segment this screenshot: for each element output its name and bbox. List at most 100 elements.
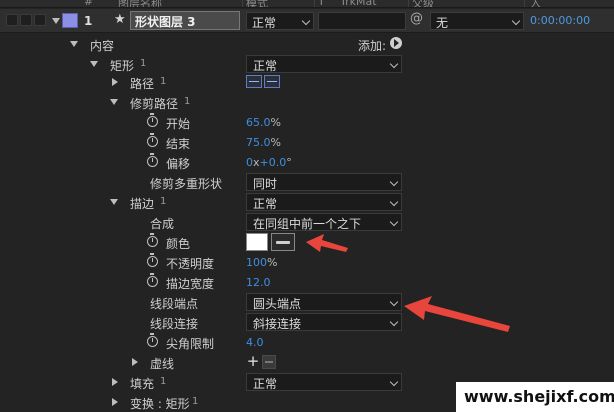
expand-path-icon[interactable] [112,78,118,86]
row-trim-paths: 修剪路径 1 [0,92,614,112]
rect-num: 1 [140,58,147,69]
trim-multi-label: 修剪多重形状 [150,177,223,191]
layer-mode-value: 正常 [252,16,277,30]
miter-label: 尖角限制 [166,337,215,351]
add-menu-icon[interactable] [390,37,402,49]
chevron-down-icon [511,16,521,26]
layer-expand-icon[interactable] [52,18,60,24]
stopwatch-icon[interactable] [147,333,158,347]
fill-blend-value: 正常 [253,377,278,391]
line-join-value: 斜接连接 [253,317,302,331]
dashes-label: 虚线 [150,357,175,371]
row-path: 路径 1 [0,72,614,92]
rect-blend-value: 正常 [253,59,278,73]
lock-switch[interactable] [34,14,46,26]
video-switch[interactable] [6,14,18,26]
expand-rect-icon[interactable] [90,61,98,67]
eyedropper-icon[interactable] [271,233,295,251]
line-cap-value: 圆头端点 [253,297,302,311]
row-offset: 偏移 0x+0.0° [0,152,614,172]
col-mode: 模式 [246,0,268,8]
stroke-width-value[interactable]: 12.0 [246,276,271,289]
path-direction-toggle[interactable] [246,75,282,89]
layer-name[interactable]: 形状图层 3 [130,11,240,30]
transform-num: 1 [192,396,199,407]
solo-switch[interactable] [20,14,32,26]
chevron-down-icon [389,377,399,387]
expand-trim-icon[interactable] [110,99,118,105]
fill-label: 填充 [130,377,155,391]
line-join-select[interactable]: 斜接连接 [246,313,402,331]
layer-label-color[interactable] [62,13,78,28]
col-in: 入 [530,0,541,8]
col-trkmat: TrkMat [340,0,377,8]
layer-mode-select[interactable]: 正常 [246,12,314,30]
chevron-down-icon [301,16,311,26]
stopwatch-icon[interactable] [147,273,158,287]
path-num: 1 [160,76,167,87]
expand-transform-icon[interactable] [112,398,118,406]
color-label: 颜色 [166,237,191,251]
watermark: www.shejixf.com [456,382,614,412]
add-dash-icon[interactable]: + [246,354,260,369]
shape-layer-star-icon: ★ [114,12,126,27]
stopwatch-icon[interactable] [147,133,158,147]
chevron-down-icon [389,59,399,69]
chevron-down-icon [389,217,399,227]
row-start: 开始 65.0% [0,112,614,132]
miter-value[interactable]: 4.0 [246,336,264,349]
stopwatch-icon[interactable] [147,253,158,267]
stopwatch-icon[interactable] [147,113,158,127]
line-cap-select[interactable]: 圆头端点 [246,293,402,311]
pick-whip-icon[interactable]: @ [410,11,423,26]
chevron-down-icon [389,297,399,307]
stroke-num: 1 [160,196,167,207]
row-opacity: 不透明度 100% [0,252,614,272]
fill-num: 1 [160,376,167,387]
offset-value[interactable]: 0x+0.0° [246,156,292,169]
column-header: # 图层名称 模式 T TrkMat 父级 入 [0,0,614,8]
start-label: 开始 [166,117,191,131]
trim-multi-select[interactable]: 同时 [246,173,402,191]
stopwatch-icon[interactable] [147,153,158,167]
rect-blend-select[interactable]: 正常 [246,55,402,73]
line-cap-label: 线段端点 [150,297,199,311]
expand-content-icon[interactable] [70,41,78,47]
chevron-down-icon [389,177,399,187]
row-dashes: 虚线 + [0,352,614,372]
col-number: # [84,0,94,8]
start-value[interactable]: 65.0% [246,116,281,129]
col-layer-name: 图层名称 [118,0,162,8]
remove-dash-icon[interactable] [262,355,276,369]
in-point-time[interactable]: 0:00:00:00 [530,14,590,27]
row-trim-multiple: 修剪多重形状 同时 [0,172,614,192]
row-composite: 合成 在同组中前一个之下 [0,212,614,232]
add-label: 添加: [358,39,387,53]
col-parent: 父级 [412,0,434,8]
composite-select[interactable]: 在同组中前一个之下 [246,213,402,231]
trim-multi-value: 同时 [253,177,278,191]
expand-stroke-icon[interactable] [110,199,118,205]
parent-select[interactable]: 无 [430,12,524,30]
stroke-blend-select[interactable]: 正常 [246,193,402,211]
row-content: 内容 添加: [0,34,614,54]
trkmat-select[interactable] [318,12,406,30]
path-direction-icon[interactable] [246,75,262,88]
path-reverse-icon[interactable] [264,75,280,88]
opacity-value[interactable]: 100% [246,256,277,269]
end-value[interactable]: 75.0% [246,136,281,149]
row-rectangle: 矩形 1 正常 [0,54,614,74]
stroke-width-label: 描边宽度 [166,277,215,291]
expand-dashes-icon[interactable] [132,358,138,366]
parent-value: 无 [436,16,449,30]
color-swatch[interactable] [246,233,268,251]
fill-blend-select[interactable]: 正常 [246,373,402,391]
stroke-blend-value: 正常 [253,197,278,211]
row-stroke-width: 描边宽度 12.0 [0,272,614,292]
row-line-join: 线段连接 斜接连接 [0,312,614,332]
chevron-down-icon [389,197,399,207]
trim-label: 修剪路径 [130,97,179,111]
layer-row[interactable]: 1 ★ 形状图层 3 正常 @ 无 0:00:00:00 [0,9,614,33]
stopwatch-icon[interactable] [147,233,158,247]
expand-fill-icon[interactable] [112,378,118,386]
